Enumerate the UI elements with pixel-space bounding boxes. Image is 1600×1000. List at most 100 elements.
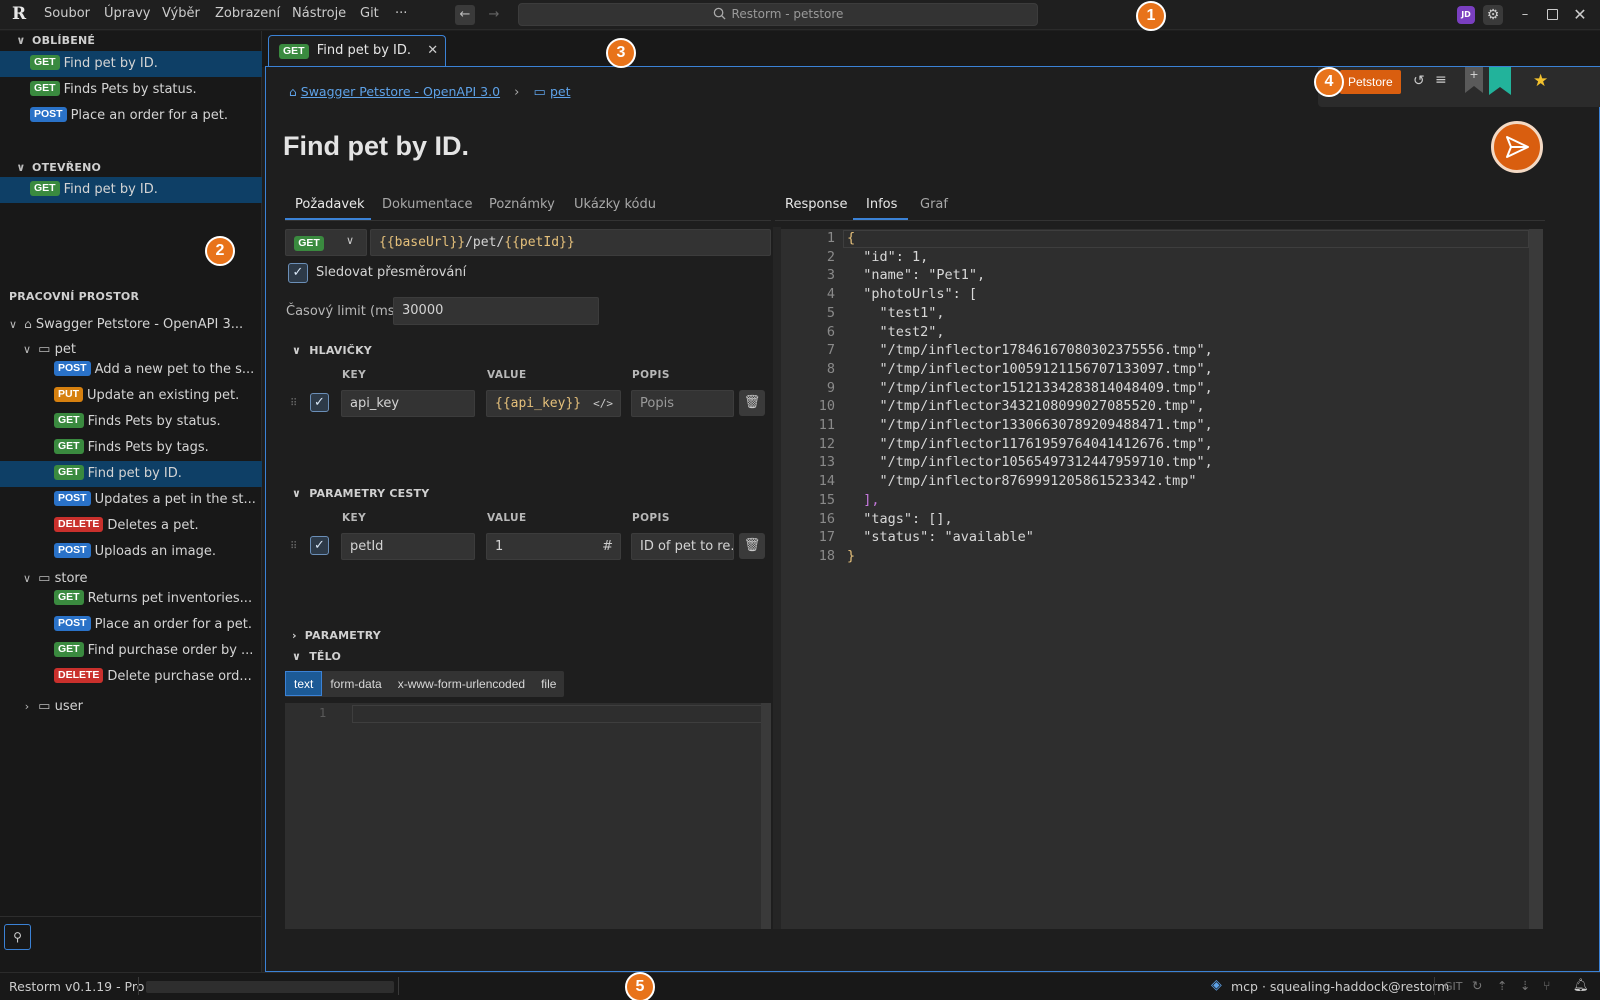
maximize-icon[interactable] [1543,6,1561,24]
command-search[interactable]: Restorm - petstore [518,3,1038,26]
request-item[interactable]: POST Add a new pet to the s... [0,357,262,383]
request-item[interactable]: GET Find pet by ID. [0,51,262,77]
send-button[interactable] [1491,121,1543,173]
menu-selection[interactable]: Výběr [162,6,200,21]
refresh-icon[interactable]: ↻ [1472,978,1482,993]
menu-git[interactable]: Git [360,6,379,21]
chevron-down-icon: ∨ [346,234,355,247]
code-line: { [847,230,856,246]
forward-arrow-icon[interactable]: → [484,5,504,25]
code-line: "/tmp/inflector10565497312447959710.tmp"… [847,454,1213,471]
bell-icon[interactable]: 🔔︎ [1573,977,1589,993]
bookmark-add-icon[interactable]: + [1465,67,1483,93]
header-description-input[interactable]: Popis [631,390,734,417]
method-badge: POST [54,491,91,506]
request-item[interactable]: GET Finds Pets by status. [0,77,262,103]
path-params-section[interactable]: ∨ PARAMETRY CESTY [292,487,429,500]
response-scrollbar[interactable] [1529,229,1543,929]
request-item[interactable]: DELETE Delete purchase ord... [0,664,262,690]
environment-button[interactable]: Petstore [1340,70,1401,94]
delete-path-param-icon[interactable]: 🗑 [739,533,765,559]
request-item[interactable]: GET Find purchase order by ... [0,638,262,664]
list-icon[interactable]: ≡ [1435,72,1447,88]
follow-redirects-checkbox[interactable]: ✓ [288,263,308,283]
history-icon[interactable]: ↺ [1413,73,1425,89]
pin-icon[interactable]: ⚲ [4,924,31,950]
minimize-icon[interactable]: – [1516,6,1534,24]
branch-icon[interactable]: ⑂ [1543,978,1551,993]
response-editor[interactable]: 1 {2 "id": 1, 3 "name": "Pet1", 4 "photoUrl… [781,229,1543,929]
path-param-value-input[interactable]: 1 # [486,533,621,560]
headers-section[interactable]: ∨ HLAVIČKY [292,344,372,357]
request-item[interactable]: POST Place an order for a pet. [0,103,262,129]
delete-header-icon[interactable]: 🗑 [739,390,765,416]
path-params-title: PARAMETRY CESTY [309,487,430,500]
tab-response[interactable]: Response [785,197,847,212]
drag-handle-icon[interactable]: ⠿ [290,541,297,552]
editor-scrollbar[interactable] [761,703,771,929]
bookmark-icon[interactable] [1489,67,1511,95]
header-value-input[interactable]: {{api_key}} </> [486,390,621,417]
request-item[interactable]: GET Finds Pets by status. [0,409,262,435]
mcp-status[interactable]: mcp · squealing-haddock@restorm [1231,979,1449,994]
tab-find-pet-by-id[interactable]: GET Find pet by ID. ✕ [268,35,446,67]
request-item[interactable]: PUT Update an existing pet. [0,383,262,409]
path-param-key-input[interactable]: petId [341,533,475,560]
timeout-input[interactable]: 30000 [393,297,599,325]
back-arrow-icon[interactable]: ← [455,5,475,25]
tab-request[interactable]: Požadavek [295,197,365,212]
request-item[interactable]: GET Find pet by ID. [0,461,262,487]
collection-item[interactable]: ∨ ⌂ Swagger Petstore - OpenAPI 3... [0,311,262,337]
path-param-enabled-checkbox[interactable]: ✓ [310,536,329,555]
close-tab-icon[interactable]: ✕ [427,43,438,58]
close-window-icon[interactable]: ✕ [1571,6,1589,24]
folder-user[interactable]: › ▭ user [0,694,262,720]
body-section[interactable]: ∨ TĚLO [292,650,341,663]
body-editor[interactable]: 1 [285,703,771,929]
menu-tools[interactable]: Nástroje [292,6,346,21]
menu-edit[interactable]: Úpravy [104,6,150,21]
params-section[interactable]: › PARAMETRY [292,629,381,642]
code-icon[interactable]: </> [593,391,613,416]
request-item[interactable]: POST Updates a pet in the st... [0,487,262,513]
favorite-star-icon[interactable]: ★ [1533,71,1548,91]
body-mode-form-data[interactable]: form-data [322,672,389,697]
url-input[interactable]: {{baseUrl}}/pet/{{petId}} [370,229,771,256]
code-line: "test1", [847,304,945,321]
request-item[interactable]: POST Place an order for a pet. [0,612,262,638]
settings-gear-icon[interactable]: ⚙ [1483,5,1503,25]
menu-more[interactable]: ··· [395,6,407,21]
avatar[interactable]: JD [1457,6,1475,24]
open-header[interactable]: ∨ OTEVŘENO [14,161,101,174]
tab-code-samples[interactable]: Ukázky kódu [574,197,656,212]
body-mode-text[interactable]: text [285,671,323,696]
path-param-description-input[interactable]: ID of pet to re... [631,533,734,560]
request-item[interactable]: DELETE Deletes a pet. [0,513,262,539]
app-window: R Soubor Úpravy Výběr Zobrazení Nástroje… [0,0,1600,1000]
body-mode-urlencoded[interactable]: x-www-form-urlencoded [390,672,533,697]
sidebar-divider [0,916,262,917]
download-icon[interactable]: ⇣ [1520,978,1530,993]
pane-splitter[interactable] [773,227,781,929]
body-mode-file[interactable]: file [533,672,564,697]
menu-file[interactable]: Soubor [44,6,90,21]
header-enabled-checkbox[interactable]: ✓ [310,393,329,412]
breadcrumb-folder[interactable]: pet [550,84,571,99]
request-item[interactable]: GET Finds Pets by tags. [0,435,262,461]
request-item[interactable]: GET Find pet by ID. [0,177,262,203]
tab-graph[interactable]: Graf [920,197,948,212]
menu-view[interactable]: Zobrazení [215,6,280,21]
header-key-input[interactable]: api_key [341,390,475,417]
tab-documentation[interactable]: Dokumentace [382,197,472,212]
drag-handle-icon[interactable]: ⠿ [290,398,297,409]
code-line: "id": 1, [847,248,929,265]
method-select[interactable]: GET ∨ [285,229,367,256]
request-item[interactable]: POST Uploads an image. [0,539,262,565]
tab-notes[interactable]: Poznámky [489,197,555,212]
body-title: TĚLO [309,650,341,663]
tab-infos[interactable]: Infos [866,197,897,212]
request-item[interactable]: GET Returns pet inventories... [0,586,262,612]
upload-icon[interactable]: ⇡ [1497,978,1507,993]
breadcrumb-collection[interactable]: Swagger Petstore - OpenAPI 3.0 [301,84,500,99]
favorites-header[interactable]: ∨ OBLÍBENÉ [14,34,95,47]
